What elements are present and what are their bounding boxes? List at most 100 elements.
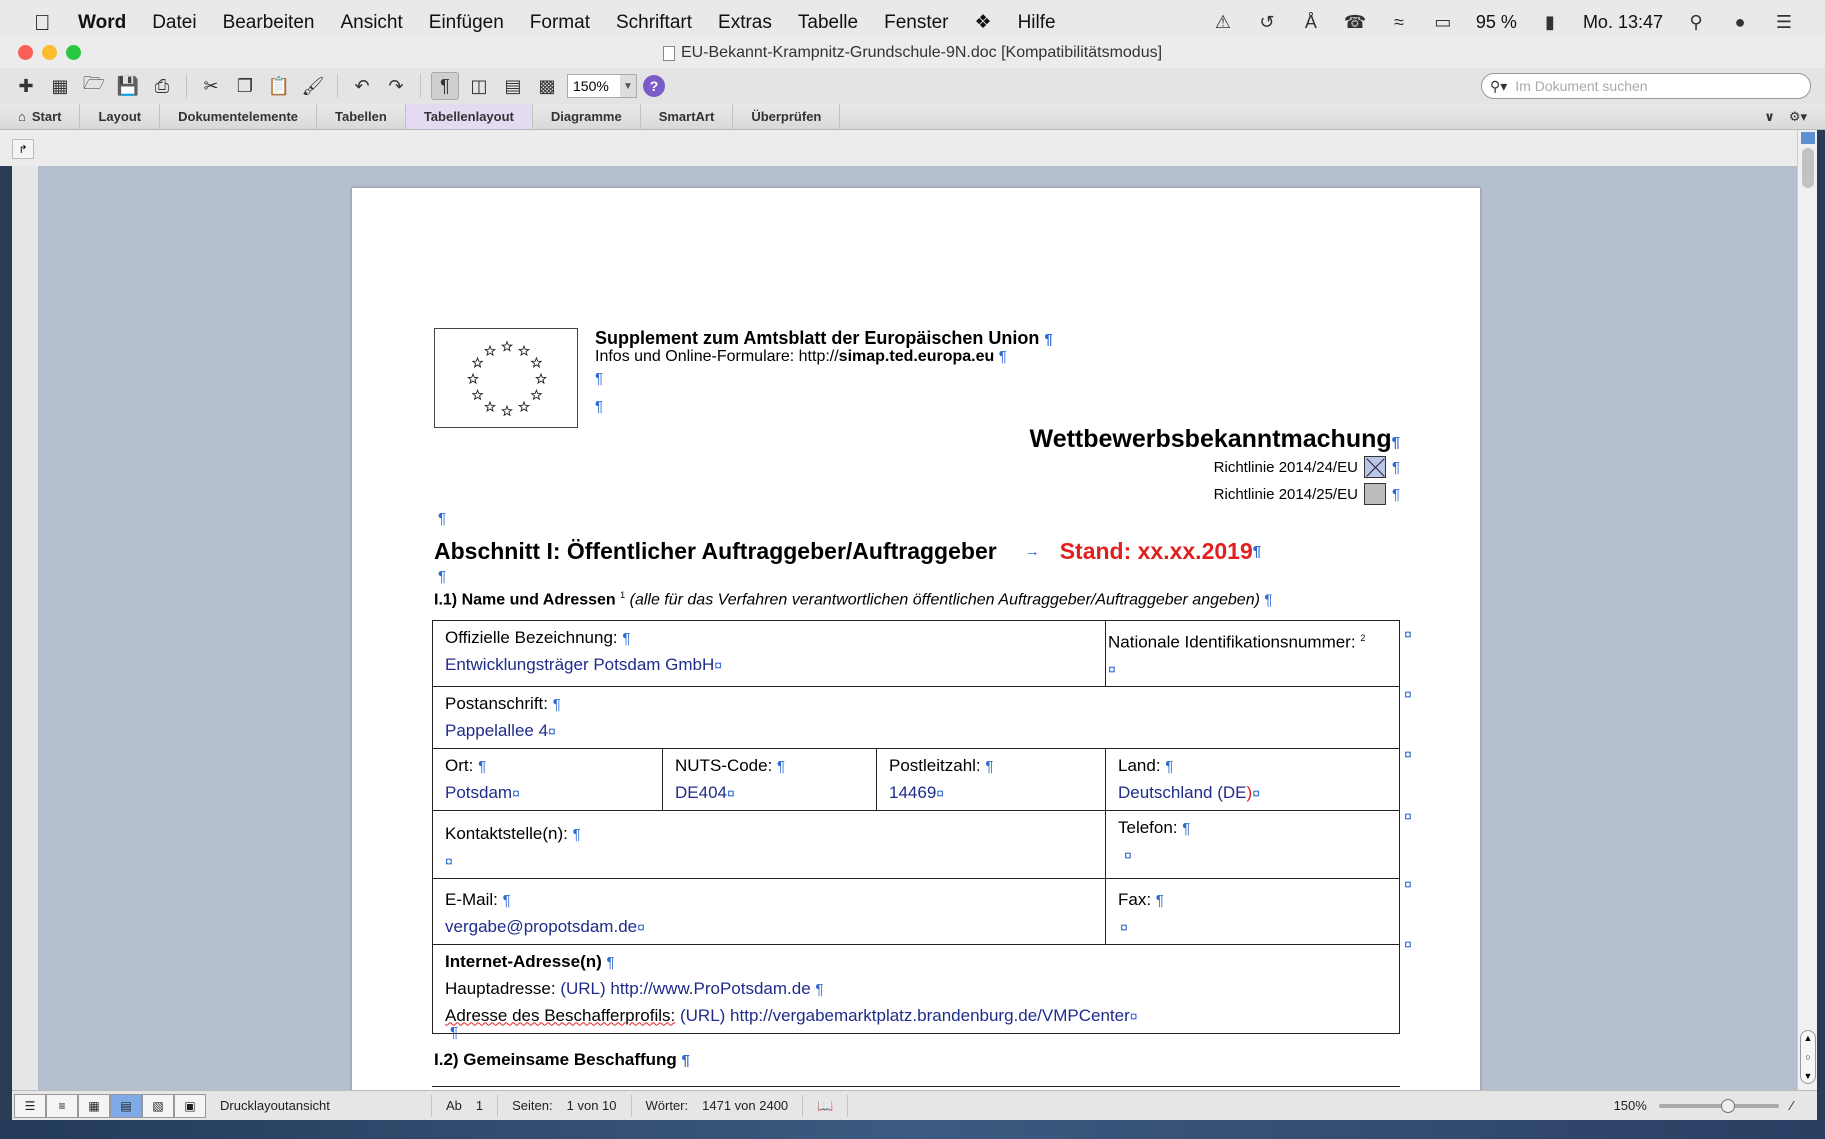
airplay-icon[interactable]: ▭ — [1432, 12, 1454, 33]
script-menu-icon[interactable]: ❖ — [975, 11, 992, 34]
redo-icon[interactable]: ↷ — [382, 72, 410, 100]
menubar-clock[interactable]: Mo. 13:47 — [1583, 12, 1663, 33]
bluetooth-icon[interactable]: Å — [1300, 12, 1322, 33]
scrollbar-thumb[interactable] — [1802, 148, 1814, 188]
menu-tabelle[interactable]: Tabelle — [798, 12, 858, 34]
tab-diagramme[interactable]: Diagramme — [533, 104, 641, 129]
new-document-icon[interactable]: ✚ — [12, 72, 40, 100]
zoom-window-button[interactable] — [66, 45, 81, 60]
apple-menu-icon[interactable]:  — [34, 10, 68, 36]
menu-hilfe[interactable]: Hilfe — [1018, 12, 1056, 34]
zoom-slider[interactable] — [1658, 1098, 1779, 1113]
country-cell[interactable]: Land: ¶ Deutschland (DE)¤ — [1105, 747, 1400, 811]
sidebar-toggle-icon[interactable]: ◫ — [465, 72, 493, 100]
app-menu-word[interactable]: Word — [78, 12, 126, 34]
menu-datei[interactable]: Datei — [152, 12, 196, 34]
show-formatting-marks-icon[interactable]: ¶ — [431, 72, 459, 100]
print-layout-view-icon[interactable]: ▤ — [110, 1093, 142, 1118]
zoom-select[interactable]: 150% ▼ — [567, 74, 637, 98]
menu-bearbeiten[interactable]: Bearbeiten — [223, 12, 315, 34]
copy-icon[interactable]: ❐ — [231, 72, 259, 100]
phone-icon[interactable]: ☎ — [1344, 12, 1366, 33]
eu-stars-icon — [467, 340, 547, 417]
siri-icon[interactable]: ● — [1729, 12, 1751, 33]
time-machine-icon[interactable]: ↺ — [1256, 12, 1278, 33]
tab-dokumentelemente[interactable]: Dokumentelemente — [160, 104, 318, 129]
page-count[interactable]: Seiten: 1 von 10 — [498, 1094, 632, 1117]
menu-extras[interactable]: Extras — [718, 12, 772, 34]
previous-page-icon[interactable]: ▲ — [1804, 1033, 1813, 1043]
draft-view-icon[interactable]: ☰ — [14, 1093, 46, 1118]
spotlight-search-icon[interactable]: ⚲ — [1685, 12, 1707, 33]
notebook-view-icon[interactable]: ▧ — [142, 1093, 174, 1118]
paragraph-direction-icon[interactable]: ↱ — [12, 139, 34, 159]
menu-format[interactable]: Format — [530, 12, 590, 34]
city-cell[interactable]: Ort: ¶ Potsdam¤ — [432, 747, 663, 811]
browse-navigation-control[interactable]: ▲ ○ ▼ — [1800, 1030, 1816, 1084]
vertical-scrollbar[interactable]: ▲ ○ ▼ — [1797, 130, 1817, 1090]
tab-layout[interactable]: Layout — [80, 104, 161, 129]
menu-schriftart[interactable]: Schriftart — [616, 12, 692, 34]
gallery-icon[interactable]: ▦ — [46, 72, 74, 100]
publishing-view-icon[interactable]: ▦ — [78, 1093, 110, 1118]
tab-tabellen[interactable]: Tabellen — [317, 104, 406, 129]
supplement-title: Supplement zum Amtsblatt der Europäische… — [595, 328, 1053, 348]
main-address-value[interactable]: (URL) http://www.ProPotsdam.de — [560, 979, 810, 998]
eu-star-icon — [530, 356, 543, 368]
wifi-icon[interactable]: ≈ — [1388, 12, 1410, 33]
word-count[interactable]: Wörter: 1471 von 2400 — [632, 1094, 804, 1117]
national-id-cell[interactable]: Nationale Identifikationsnummer: 2 ¤ — [1105, 620, 1400, 687]
browse-object-icon[interactable]: ○ — [1805, 1052, 1810, 1062]
postal-address-cell[interactable]: Postanschrift: ¶ Pappelallee 4¤ — [432, 685, 1400, 749]
zip-code-cell[interactable]: Postleitzahl: ¶ 14469¤ — [876, 747, 1106, 811]
format-painter-icon[interactable]: 🖌 — [299, 72, 327, 100]
contact-cell[interactable]: Kontaktstelle(n): ¶ ¤ — [432, 809, 1106, 879]
buyer-profile-value[interactable]: (URL) http://vergabemarktplatz.brandenbu… — [680, 1006, 1130, 1025]
phone-cell[interactable]: Telefon: ¶ ¤ — [1105, 809, 1400, 879]
battery-percentage[interactable]: 95 % — [1476, 12, 1517, 33]
internet-address-cell[interactable]: Internet-Adresse(n) ¶ Hauptadresse: (URL… — [432, 943, 1400, 1034]
directive-2014-25: Richtlinie 2014/25/EU ¶ — [1214, 483, 1400, 505]
open-folder-icon[interactable]: 🗁 — [80, 72, 108, 100]
paste-icon[interactable]: 📋 — [265, 72, 293, 100]
split-view-handle[interactable] — [1801, 132, 1815, 144]
save-icon[interactable]: 💾 — [114, 72, 142, 100]
menu-fenster[interactable]: Fenster — [884, 12, 948, 34]
official-name-value: Entwicklungsträger Potsdam GmbH — [445, 655, 715, 674]
tab-start[interactable]: ⌂ Start — [0, 104, 81, 129]
outline-view-icon[interactable]: ≡ — [46, 1093, 78, 1118]
help-icon[interactable]: ? — [643, 75, 665, 97]
status-bar: ☰ ≡ ▦ ▤ ▧ ▣ Drucklayoutansicht Ab 1 Seite… — [12, 1090, 1817, 1120]
collapse-ribbon-icon[interactable]: ∨ — [1764, 109, 1775, 125]
eu-star-icon — [484, 400, 496, 413]
next-page-icon[interactable]: ▼ — [1804, 1071, 1813, 1081]
email-cell[interactable]: E-Mail: ¶ vergabe@propotsdam.de¤ — [432, 877, 1106, 945]
close-window-button[interactable] — [18, 45, 33, 60]
resize-grip-icon[interactable]: ∕ — [1791, 1098, 1793, 1113]
menu-einfuegen[interactable]: Einfügen — [429, 12, 504, 34]
fax-cell[interactable]: Fax: ¶ ¤ — [1105, 877, 1400, 945]
tab-smartart[interactable]: SmartArt — [641, 104, 734, 129]
focus-view-icon[interactable]: ▣ — [174, 1093, 206, 1118]
menu-ansicht[interactable]: Ansicht — [340, 12, 402, 34]
document-search-field[interactable]: ⚲▾ Im Dokument suchen — [1481, 73, 1811, 99]
print-icon[interactable]: ⎙ — [148, 72, 176, 100]
zoom-slider-thumb[interactable] — [1720, 1098, 1735, 1113]
spelling-status-icon[interactable]: 📖 — [803, 1094, 849, 1117]
tab-ueberpruefen[interactable]: Überprüfen — [733, 104, 841, 129]
directive-2014-25-checkbox[interactable] — [1363, 483, 1386, 505]
directive-2014-24-checkbox[interactable] — [1363, 456, 1386, 478]
gear-icon[interactable]: ⚙▾ — [1789, 109, 1807, 125]
cut-icon[interactable]: ✂ — [197, 72, 225, 100]
toolbox-icon[interactable]: ▩ — [533, 72, 561, 100]
chevron-down-icon: ▼ — [620, 75, 636, 97]
undo-icon[interactable]: ↶ — [348, 72, 376, 100]
document-page[interactable]: Supplement zum Amtsblatt der Europäische… — [352, 188, 1480, 1090]
official-name-cell[interactable]: Offizielle Bezeichnung: ¶ Entwicklungstr… — [432, 620, 1106, 687]
notification-center-icon[interactable]: ☰ — [1773, 12, 1795, 33]
media-browser-icon[interactable]: ▤ — [499, 72, 527, 100]
tab-tabellenlayout[interactable]: Tabellenlayout — [405, 104, 533, 129]
nuts-code-cell[interactable]: NUTS-Code: ¶ DE404¤ — [662, 747, 877, 811]
warning-status-icon[interactable]: ⚠ — [1212, 12, 1234, 33]
minimize-window-button[interactable] — [42, 45, 57, 60]
